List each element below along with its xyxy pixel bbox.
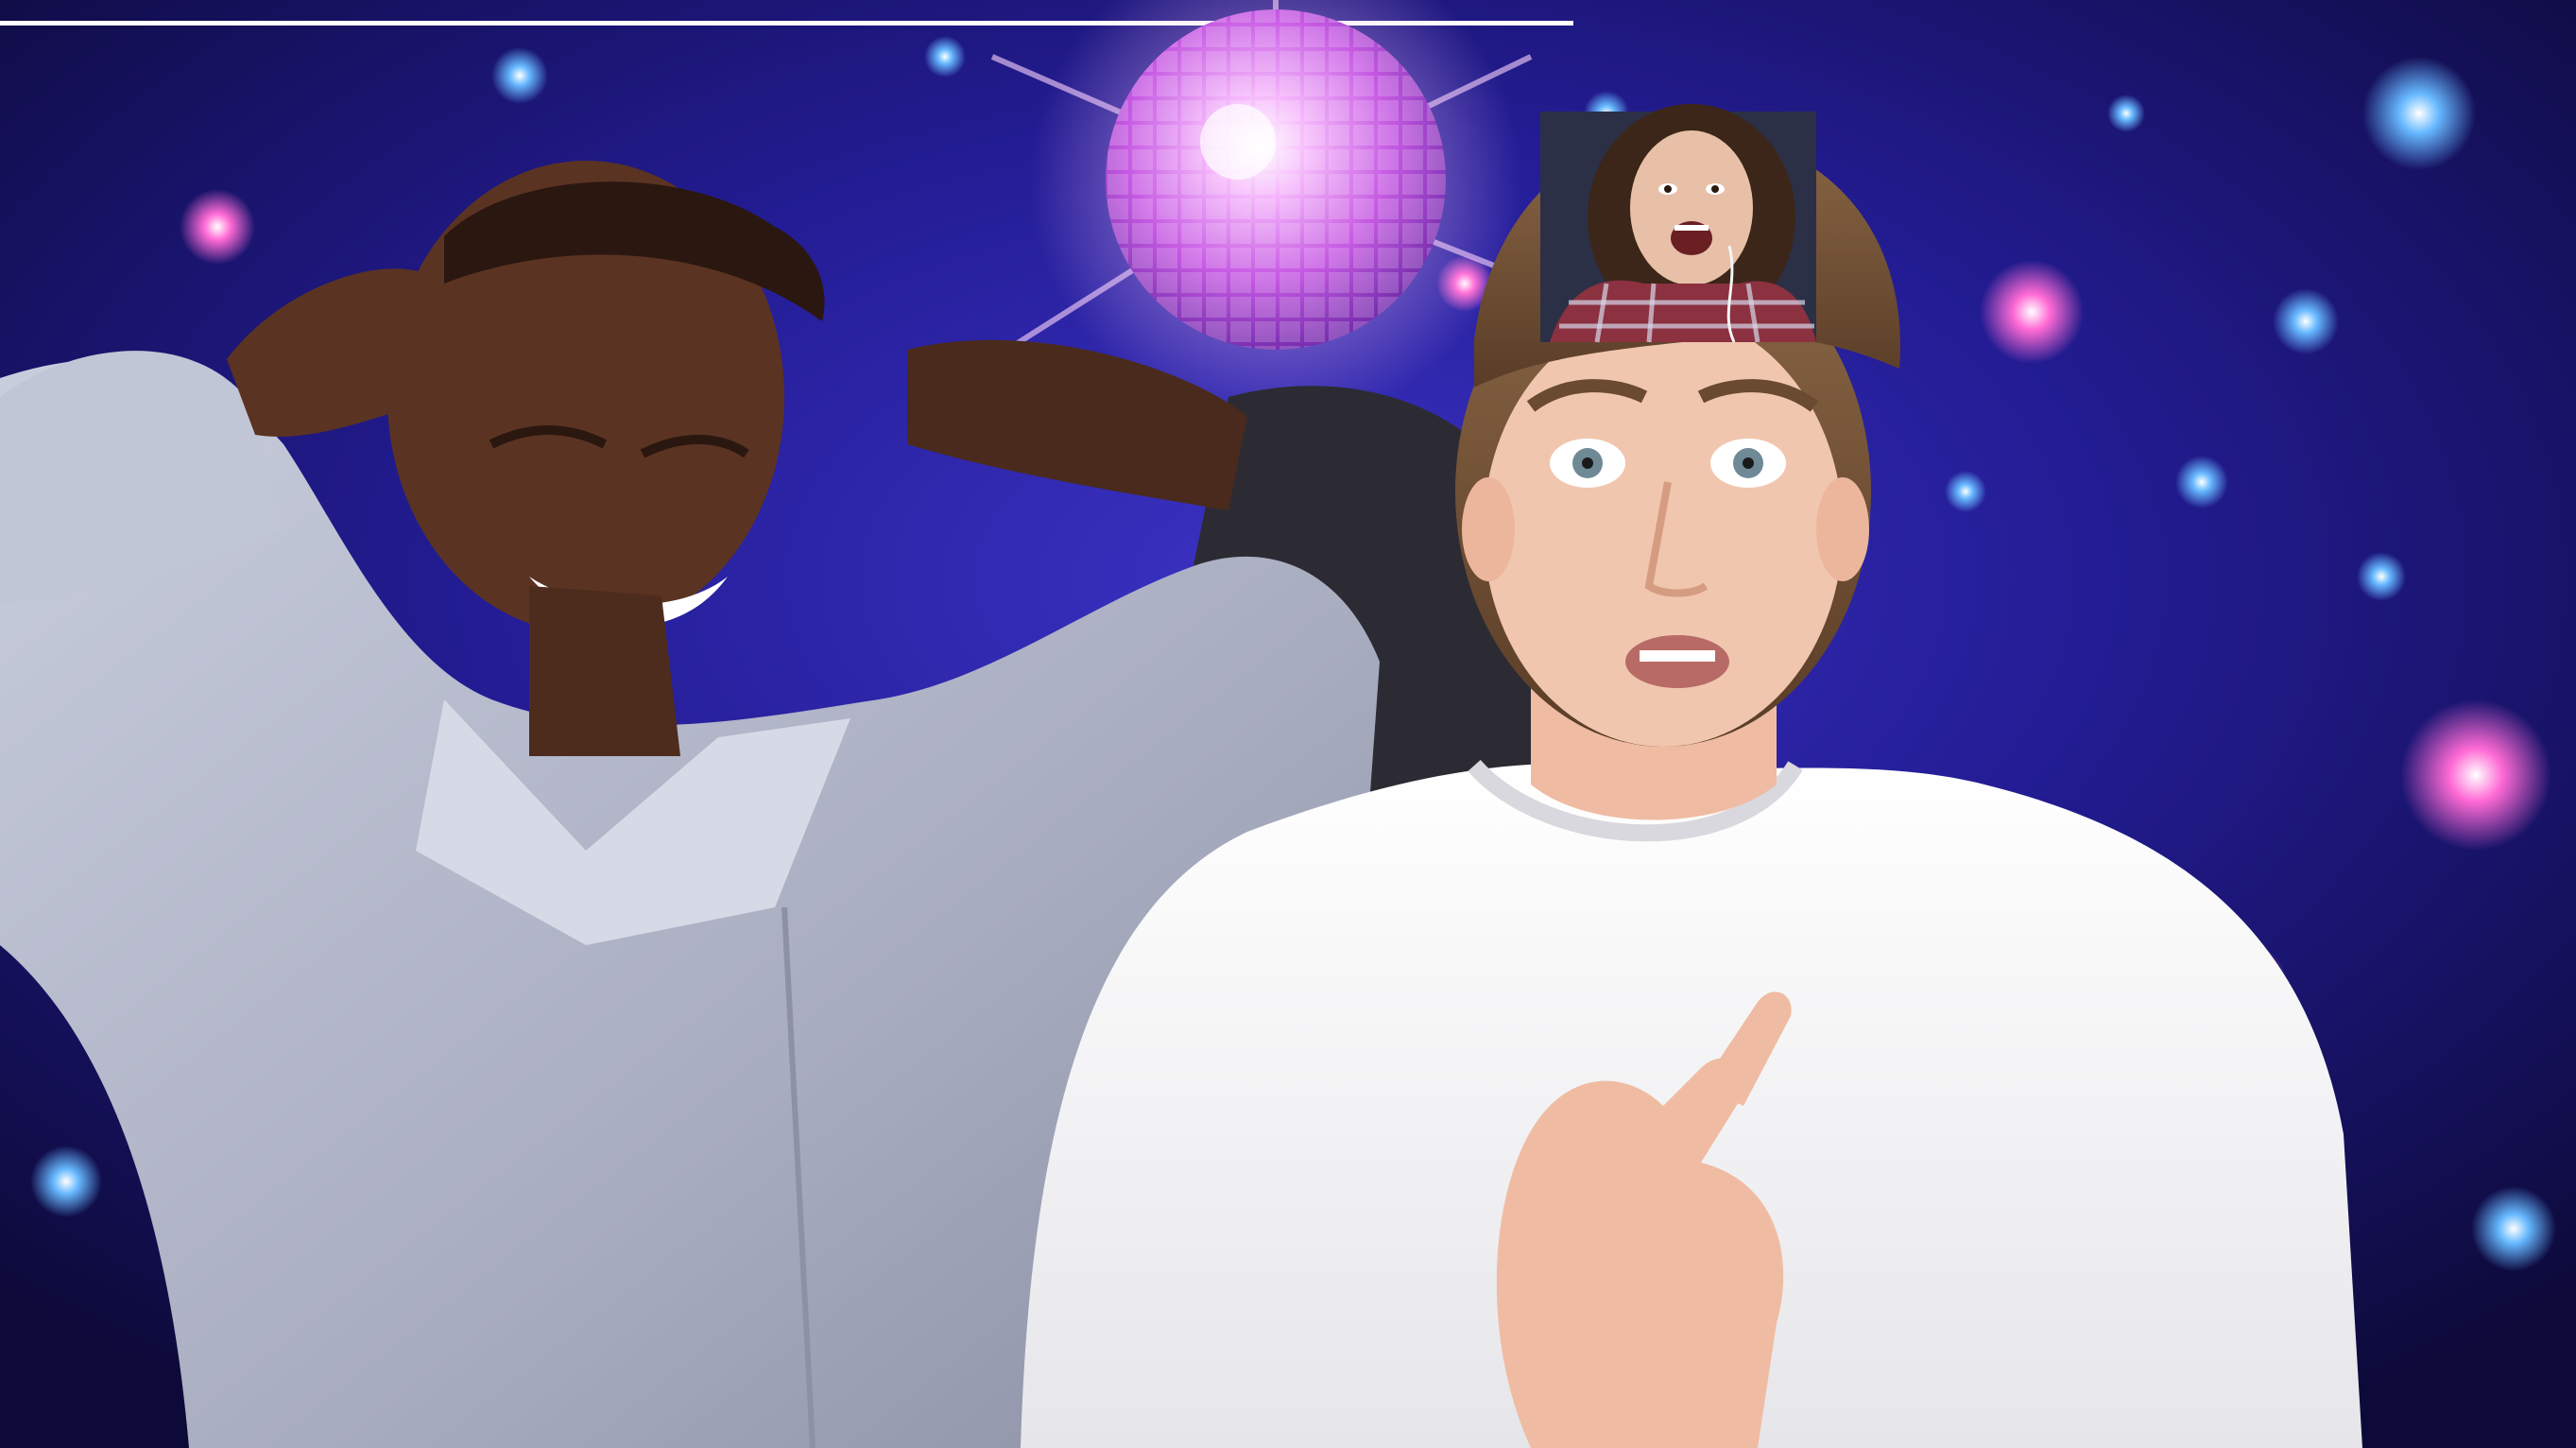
meme-scene	[0, 0, 2576, 1448]
webcam-inset	[1540, 104, 1816, 343]
